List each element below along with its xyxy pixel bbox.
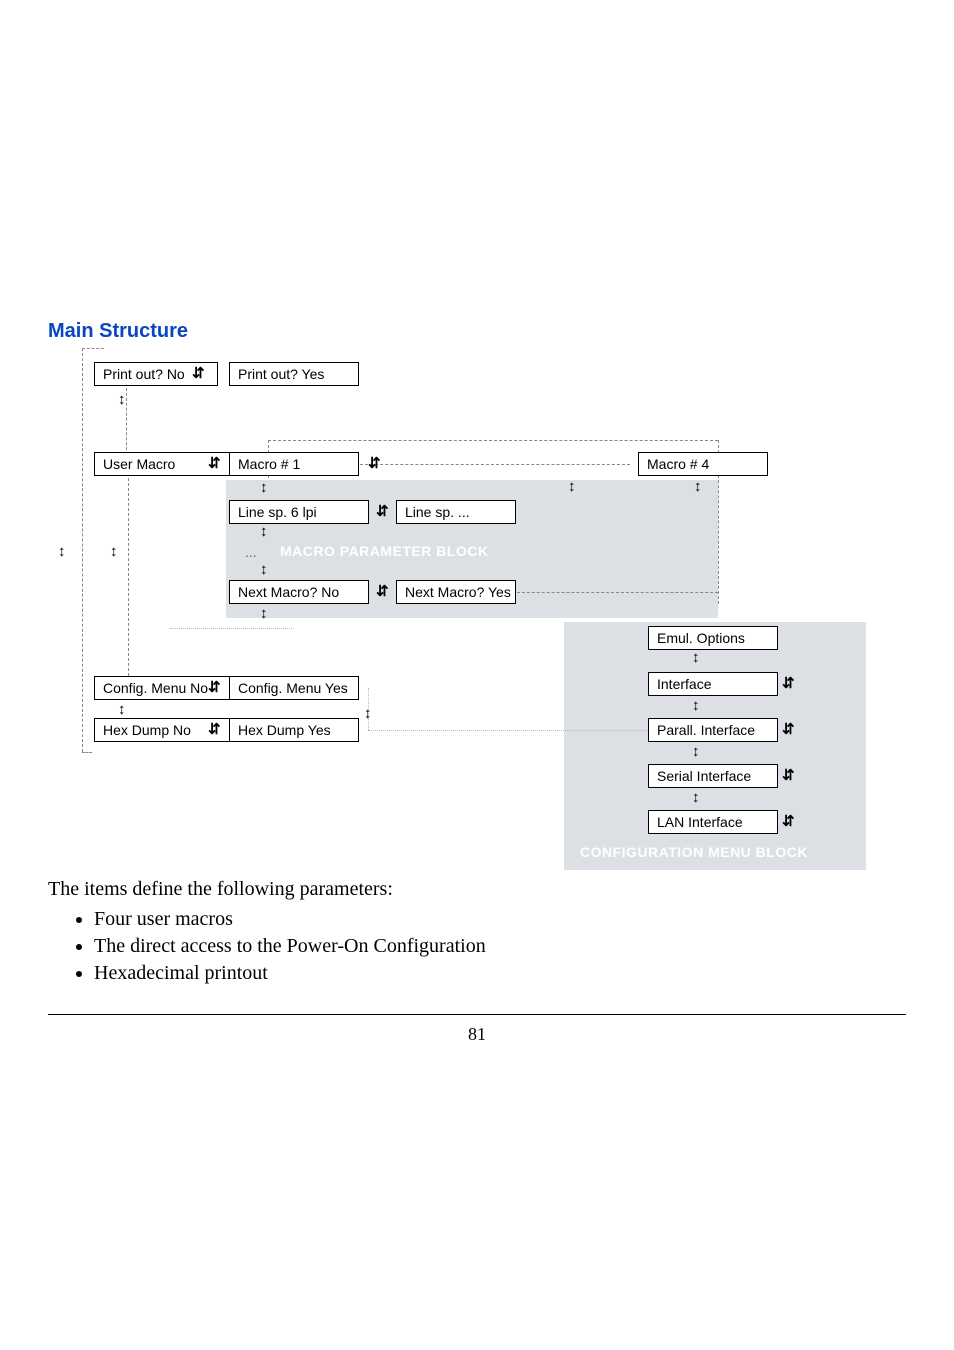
node-macro4: Macro # 4: [638, 452, 768, 476]
node-emul: Emul. Options: [648, 626, 778, 650]
bullet-item: Hexadecimal printout: [94, 962, 486, 985]
bullet-item: Four user macros: [94, 908, 486, 931]
arrow-icon: ↕: [260, 524, 268, 539]
label: Hex Dump No: [103, 722, 191, 738]
node-printout-yes: Print out? Yes: [229, 362, 359, 386]
arrow-icon: ↕: [364, 706, 372, 721]
node-config-yes: Config. Menu Yes: [229, 676, 359, 700]
menu-diagram: Print out? No ⇵ Print out? Yes ↕ User Ma…: [48, 348, 868, 868]
node-nextmacro-no: Next Macro? No: [229, 580, 369, 604]
horizontal-rule: [48, 1014, 906, 1015]
arrow-icon: ↕: [692, 650, 700, 665]
node-nextmacro-yes: Next Macro? Yes: [396, 580, 516, 604]
arrow-icon: ⇵: [782, 814, 795, 829]
label: User Macro: [103, 456, 175, 472]
arrow-icon: ⇵: [376, 584, 389, 599]
label: Macro # 1: [238, 456, 300, 472]
intro-text: The items define the following parameter…: [48, 878, 393, 901]
label: Hex Dump Yes: [238, 722, 331, 738]
label: Macro # 4: [647, 456, 709, 472]
node-serial: Serial Interface: [648, 764, 778, 788]
label: LAN Interface: [657, 814, 743, 830]
label: Config. Menu Yes: [238, 680, 348, 696]
arrow-icon: ↕: [260, 480, 268, 495]
node-linesp: Line sp. ...: [396, 500, 516, 524]
arrow-icon: ↕: [260, 562, 268, 577]
arrow-icon: ↕: [692, 790, 700, 805]
arrow-icon: ↕: [568, 479, 576, 494]
config-block-label: CONFIGURATION MENU BLOCK: [580, 844, 808, 860]
label: Print out? No: [103, 366, 185, 382]
arrow-icon: ⇵: [192, 366, 205, 381]
arrow-icon: ⇵: [208, 456, 221, 471]
arrow-icon: ↕: [692, 698, 700, 713]
bullet-list: Four user macros The direct access to th…: [48, 904, 486, 989]
label: Serial Interface: [657, 768, 751, 784]
arrow-icon: ↕: [260, 606, 268, 621]
page-number: 81: [0, 1024, 954, 1045]
label: Next Macro? No: [238, 584, 339, 600]
label: Parall. Interface: [657, 722, 755, 738]
arrow-icon: ↕: [694, 479, 702, 494]
node-parall: Parall. Interface: [648, 718, 778, 742]
label: Interface: [657, 676, 711, 692]
node-linesp6: Line sp. 6 lpi: [229, 500, 369, 524]
arrow-icon: ⇵: [208, 722, 221, 737]
node-interface: Interface: [648, 672, 778, 696]
arrow-icon: ↕: [110, 544, 118, 559]
bullet-item: The direct access to the Power-On Config…: [94, 935, 486, 958]
section-heading: Main Structure: [48, 320, 188, 343]
node-hex-yes: Hex Dump Yes: [229, 718, 359, 742]
macro-block-label: MACRO PARAMETER BLOCK: [280, 543, 489, 559]
arrow-icon: ⇵: [782, 722, 795, 737]
arrow-icon: ⇵: [208, 680, 221, 695]
label: Emul. Options: [657, 630, 745, 646]
arrow-icon: ↕: [118, 702, 126, 717]
arrow-icon: ↕: [118, 392, 126, 407]
arrow-icon: ⇵: [368, 456, 381, 471]
arrow-icon: ↕: [58, 544, 66, 559]
label: Print out? Yes: [238, 366, 324, 382]
arrow-icon: ⇵: [782, 768, 795, 783]
label: Next Macro? Yes: [405, 584, 511, 600]
label: Line sp. ...: [405, 504, 470, 520]
arrow-icon: ↕: [692, 744, 700, 759]
node-lan: LAN Interface: [648, 810, 778, 834]
arrow-icon: ⇵: [376, 504, 389, 519]
label: Line sp. 6 lpi: [238, 504, 317, 520]
label: Config. Menu No: [103, 680, 208, 696]
node-macro1: Macro # 1: [229, 452, 359, 476]
ellipsis: ...: [245, 544, 257, 560]
arrow-icon: ⇵: [782, 676, 795, 691]
